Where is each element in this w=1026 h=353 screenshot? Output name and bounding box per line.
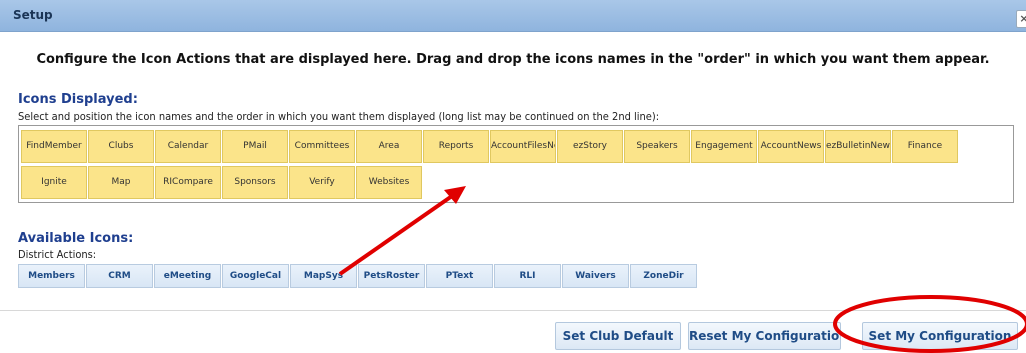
available-icon-tile[interactable]: GoogleCal xyxy=(222,264,289,288)
displayed-icon-tile[interactable]: ezStory xyxy=(557,130,623,163)
district-actions-label: District Actions: xyxy=(18,248,97,261)
displayed-icon-tile[interactable]: Map xyxy=(88,166,154,199)
displayed-icon-tile[interactable]: Finance xyxy=(892,130,958,163)
available-icon-tile[interactable]: PText xyxy=(426,264,493,288)
available-icon-tile[interactable]: eMeeting xyxy=(154,264,221,288)
displayed-icon-tile[interactable]: AccountNews xyxy=(758,130,824,163)
displayed-icon-tile[interactable]: RICompare xyxy=(155,166,221,199)
icons-displayed-subtext: Select and position the icon names and t… xyxy=(18,110,660,123)
displayed-icon-tile[interactable]: PMail xyxy=(222,130,288,163)
displayed-icon-tile[interactable]: FindMember xyxy=(21,130,87,163)
available-icon-tile[interactable]: ZoneDir xyxy=(630,264,697,288)
instructions-text: Configure the Icon Actions that are disp… xyxy=(36,52,990,67)
displayed-icon-tile[interactable]: Websites xyxy=(356,166,422,199)
available-icon-tile[interactable]: Waivers xyxy=(562,264,629,288)
icons-displayed-dropzone[interactable]: FindMember Clubs Calendar PMail Committe… xyxy=(18,125,1014,203)
displayed-icon-tile[interactable]: Calendar xyxy=(155,130,221,163)
displayed-icon-tile[interactable]: ezBulletinNew xyxy=(825,130,891,163)
set-my-configuration-button[interactable]: Set My Configuration xyxy=(862,322,1018,350)
displayed-icon-tile[interactable]: Clubs xyxy=(88,130,154,163)
icons-displayed-heading: Icons Displayed: xyxy=(18,92,138,107)
available-icon-tile[interactable]: PetsRoster xyxy=(358,264,425,288)
displayed-icon-tile[interactable]: Committees xyxy=(289,130,355,163)
annotation-arrow-line xyxy=(338,194,454,276)
close-icon[interactable]: × xyxy=(1016,10,1026,28)
set-club-default-button[interactable]: Set Club Default xyxy=(555,322,681,350)
window-title: Setup xyxy=(13,8,53,22)
displayed-icon-tile[interactable]: AccountFilesNew xyxy=(490,130,556,163)
footer-divider xyxy=(0,310,1026,311)
displayed-icon-tile[interactable]: Engagement xyxy=(691,130,757,163)
available-icon-tile[interactable]: Members xyxy=(18,264,85,288)
displayed-icon-tile[interactable]: Ignite xyxy=(21,166,87,199)
displayed-icon-tile[interactable]: Sponsors xyxy=(222,166,288,199)
available-icon-tile[interactable]: CRM xyxy=(86,264,153,288)
available-icons-heading: Available Icons: xyxy=(18,231,134,246)
available-icon-tile[interactable]: RLI xyxy=(494,264,561,288)
displayed-icon-tile[interactable]: Speakers xyxy=(624,130,690,163)
displayed-icon-tile[interactable]: Reports xyxy=(423,130,489,163)
displayed-icon-tile[interactable]: Verify xyxy=(289,166,355,199)
available-icon-tile[interactable]: MapSys xyxy=(290,264,357,288)
reset-my-configuration-button[interactable]: Reset My Configuration xyxy=(688,322,841,350)
displayed-icon-tile[interactable]: Area xyxy=(356,130,422,163)
window-titlebar: Setup × xyxy=(0,0,1026,32)
